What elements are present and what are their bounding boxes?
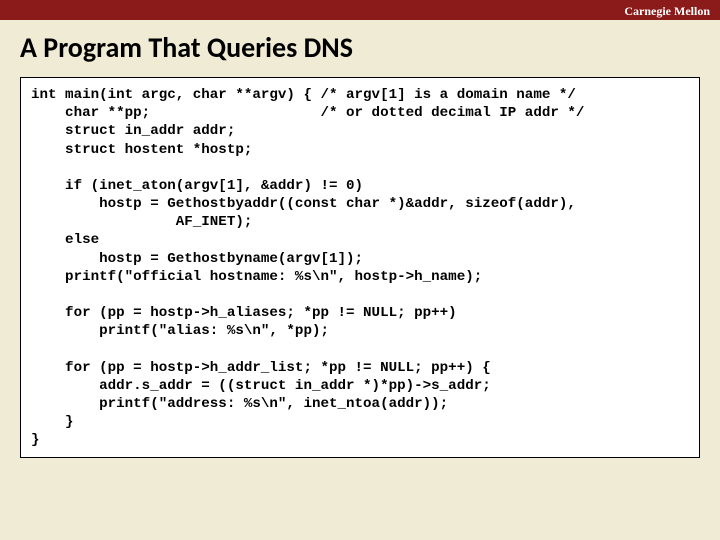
header-bar: Carnegie Mellon — [0, 0, 720, 20]
code-box: int main(int argc, char **argv) { /* arg… — [20, 77, 700, 458]
institution-label: Carnegie Mellon — [624, 4, 710, 18]
slide-title: A Program That Queries DNS — [0, 20, 720, 77]
code-content: int main(int argc, char **argv) { /* arg… — [31, 86, 689, 449]
